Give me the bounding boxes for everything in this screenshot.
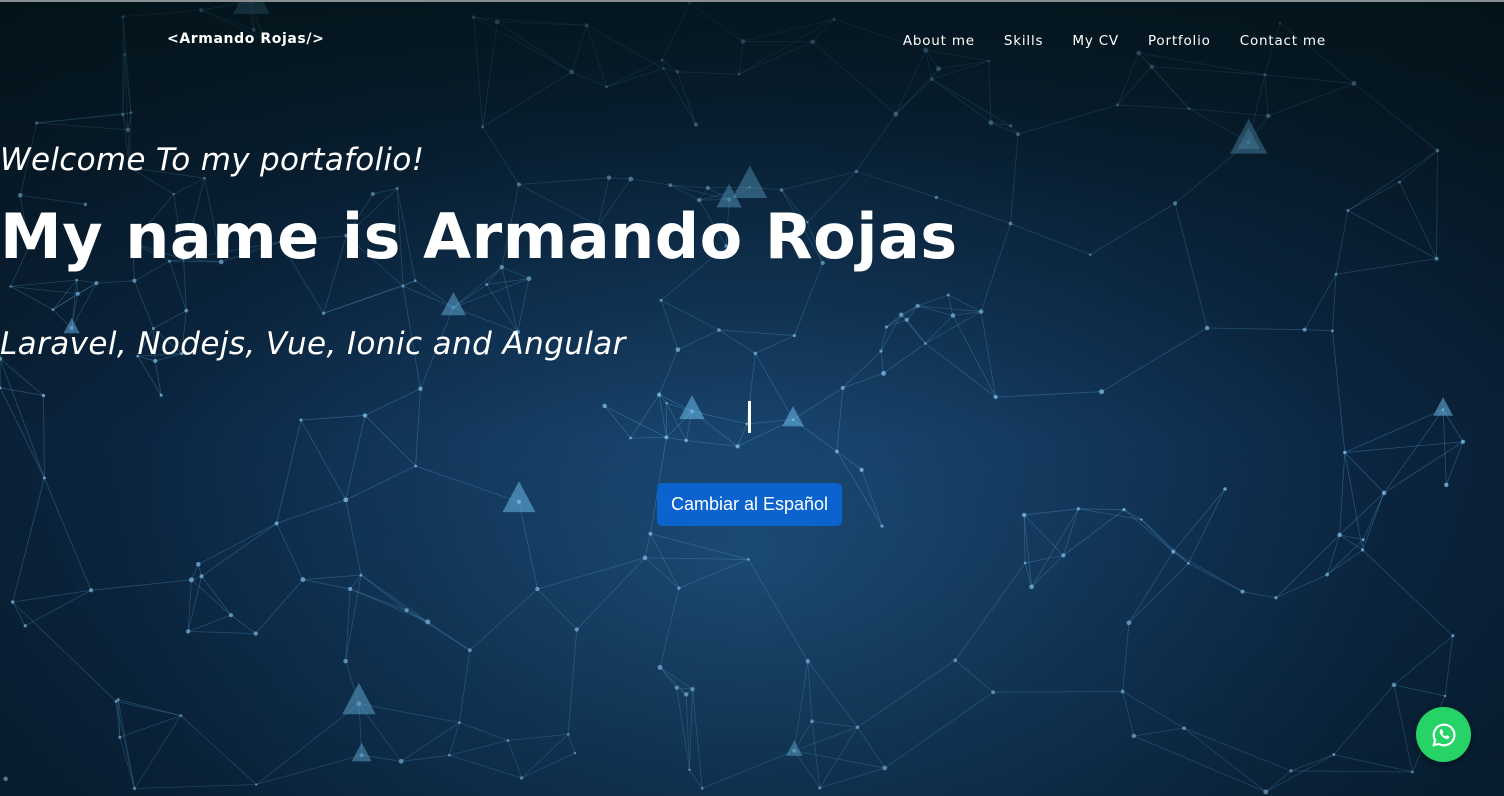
whatsapp-button[interactable] bbox=[1416, 707, 1471, 762]
nav-skills[interactable]: Skills bbox=[1004, 33, 1043, 49]
typing-cursor bbox=[748, 401, 751, 433]
nav-portfolio[interactable]: Portfolio bbox=[1148, 33, 1211, 49]
main-nav: About me Skills My CV Portfolio Contact … bbox=[903, 33, 1326, 49]
welcome-text: Welcome To my portafolio! bbox=[0, 142, 425, 178]
change-language-button[interactable]: Cambiar al Español bbox=[657, 483, 842, 526]
page: <Armando Rojas/> About me Skills My CV P… bbox=[0, 0, 1504, 796]
nav-my-cv[interactable]: My CV bbox=[1072, 33, 1119, 49]
brand-logo[interactable]: <Armando Rojas/> bbox=[167, 31, 324, 47]
background-overlay bbox=[0, 0, 1504, 796]
hero-title: My name is Armando Rojas bbox=[0, 200, 958, 273]
technologies-text: Laravel, Nodejs, Vue, Ionic and Angular bbox=[0, 326, 626, 362]
top-border bbox=[0, 0, 1504, 2]
nav-about-me[interactable]: About me bbox=[903, 33, 975, 49]
whatsapp-icon bbox=[1431, 723, 1455, 747]
nav-contact-me[interactable]: Contact me bbox=[1240, 33, 1326, 49]
